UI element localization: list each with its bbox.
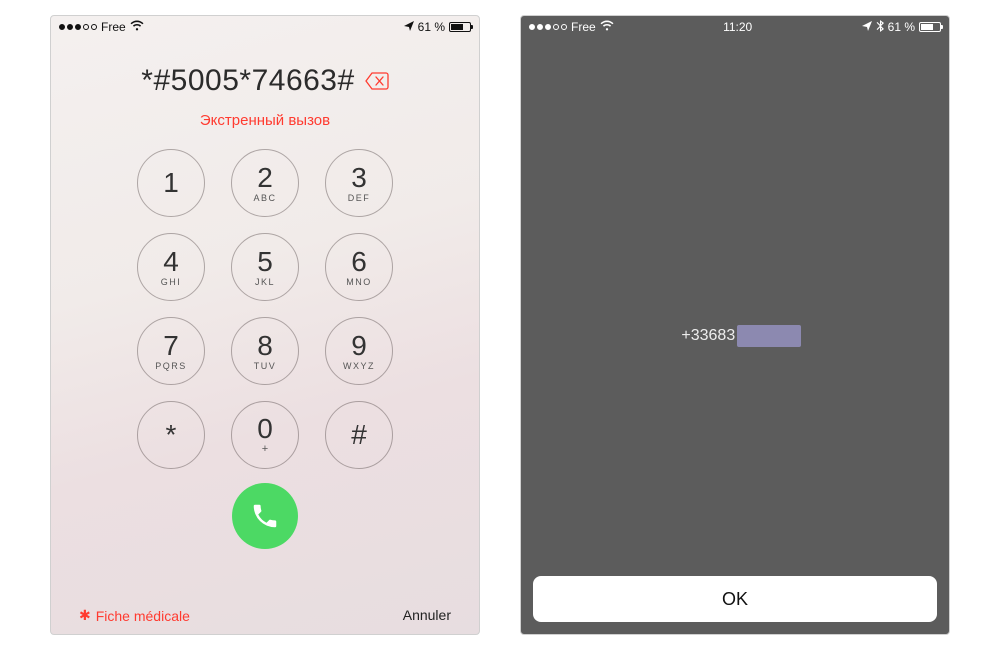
battery-pct: 61 %: [418, 20, 445, 34]
key-9[interactable]: 9WXYZ: [325, 317, 393, 385]
key-4[interactable]: 4GHI: [137, 233, 205, 301]
phone-icon: [250, 501, 280, 531]
key-#[interactable]: #: [325, 401, 393, 469]
wifi-icon: [600, 20, 614, 34]
key-digit: 2: [257, 164, 273, 192]
location-icon: [862, 21, 872, 34]
key-letters: ABC: [253, 193, 276, 203]
redaction-box: [737, 325, 801, 347]
wifi-icon: [130, 20, 144, 34]
carrier-label: Free: [101, 20, 126, 34]
key-letters: MNO: [346, 277, 372, 287]
key-letters: WXYZ: [343, 361, 375, 371]
call-button[interactable]: [232, 483, 298, 549]
bluetooth-icon: [876, 20, 884, 35]
result-screen: Free 11:20 61 % +33683 7 OK: [520, 15, 950, 635]
key-8[interactable]: 8TUV: [231, 317, 299, 385]
key-digit: 7: [163, 332, 179, 360]
bottom-bar: ✱ Fiche médicale Annuler: [51, 607, 479, 624]
ok-button[interactable]: OK: [533, 576, 937, 622]
status-bar: Free 11:20 61 %: [521, 16, 949, 38]
key-digit: 8: [257, 332, 273, 360]
key-digit: 4: [163, 248, 179, 276]
key-6[interactable]: 6MNO: [325, 233, 393, 301]
key-1[interactable]: 1: [137, 149, 205, 217]
key-letters: TUV: [254, 361, 277, 371]
keypad: 12ABC3DEF4GHI5JKL6MNO7PQRS8TUV9WXYZ*0+#: [51, 149, 479, 469]
battery-pct: 61 %: [888, 20, 915, 34]
medical-id-label: Fiche médicale: [96, 608, 190, 624]
asterisk-icon: ✱: [79, 607, 91, 624]
entered-number: *#5005*74663#: [141, 64, 354, 98]
dial-display: *#5005*74663#: [51, 64, 479, 98]
key-*[interactable]: *: [137, 401, 205, 469]
key-digit: 0: [257, 415, 273, 443]
emergency-call-label: Экстренный вызов: [51, 112, 479, 129]
status-time: 11:20: [723, 20, 752, 34]
signal-dots-icon: [59, 24, 97, 30]
key-digit: 1: [163, 169, 179, 197]
returned-number: +33683 7: [681, 327, 788, 345]
key-letters: GHI: [161, 277, 182, 287]
key-digit: *: [166, 421, 177, 449]
carrier-label: Free: [571, 20, 596, 34]
key-letters: DEF: [348, 193, 371, 203]
key-letters: PQRS: [155, 361, 187, 371]
status-bar: Free 61 %: [51, 16, 479, 38]
dialer-screen: Free 61 % *#5005*74663# Экстренный вызов…: [50, 15, 480, 635]
signal-dots-icon: [529, 24, 567, 30]
battery-icon: [449, 22, 471, 32]
number-prefix: +33683: [681, 327, 735, 344]
key-digit: #: [351, 421, 367, 449]
key-2[interactable]: 2ABC: [231, 149, 299, 217]
key-letters: +: [262, 443, 268, 455]
cancel-link[interactable]: Annuler: [403, 607, 451, 624]
medical-id-link[interactable]: ✱ Fiche médicale: [79, 607, 190, 624]
result-body: +33683 7: [521, 38, 949, 634]
key-3[interactable]: 3DEF: [325, 149, 393, 217]
key-5[interactable]: 5JKL: [231, 233, 299, 301]
key-digit: 3: [351, 164, 367, 192]
key-digit: 6: [351, 248, 367, 276]
backspace-icon[interactable]: [365, 72, 389, 90]
key-7[interactable]: 7PQRS: [137, 317, 205, 385]
key-digit: 9: [351, 332, 367, 360]
location-icon: [404, 21, 414, 34]
key-digit: 5: [257, 248, 273, 276]
key-0[interactable]: 0+: [231, 401, 299, 469]
key-letters: JKL: [255, 277, 275, 287]
battery-icon: [919, 22, 941, 32]
